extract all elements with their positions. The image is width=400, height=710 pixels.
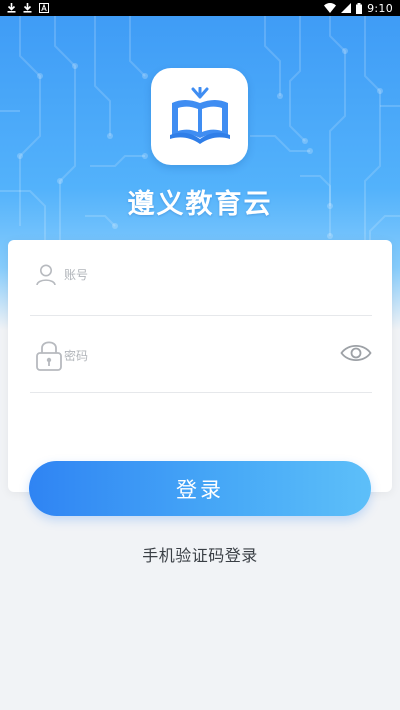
battery-icon	[356, 2, 363, 14]
password-input[interactable]	[64, 343, 304, 369]
login-button[interactable]: 登录	[29, 461, 371, 516]
account-input[interactable]	[64, 262, 304, 288]
lock-icon	[36, 341, 62, 371]
status-notifications	[0, 3, 49, 13]
open-book-icon	[169, 86, 230, 144]
app-logo	[151, 68, 248, 165]
account-field	[30, 240, 372, 316]
download-icon	[23, 3, 32, 13]
person-icon	[36, 264, 56, 286]
app-title: 遵义教育云	[127, 189, 273, 220]
eye-icon[interactable]	[340, 343, 372, 363]
signal-icon	[341, 3, 352, 13]
status-system: 9:10	[324, 2, 400, 15]
sms-code-login-link[interactable]: 手机验证码登录	[0, 542, 400, 566]
status-bar: 9:10	[0, 0, 400, 16]
login-card	[8, 240, 392, 492]
download-icon	[7, 3, 16, 13]
status-time: 9:10	[367, 1, 393, 15]
password-field	[30, 317, 372, 393]
notification-a-icon	[39, 3, 49, 13]
wifi-icon	[324, 3, 337, 13]
